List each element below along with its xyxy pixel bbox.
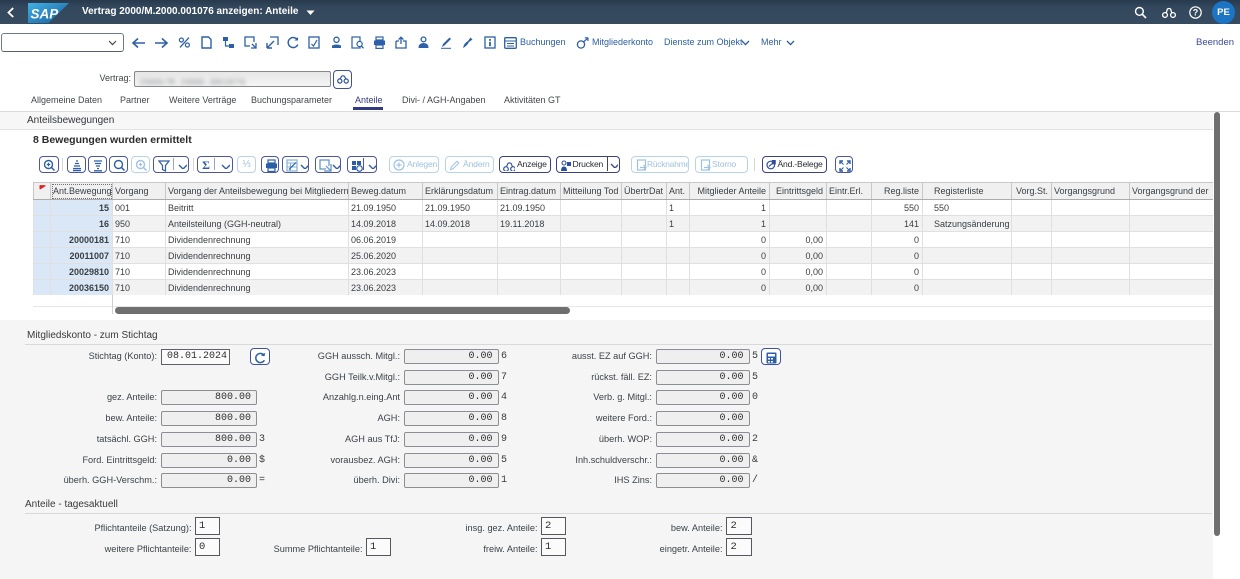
svg-text:?: ? <box>1193 8 1199 18</box>
svg-text:Σ: Σ <box>202 158 210 171</box>
svg-text:SAP: SAP <box>31 7 60 22</box>
